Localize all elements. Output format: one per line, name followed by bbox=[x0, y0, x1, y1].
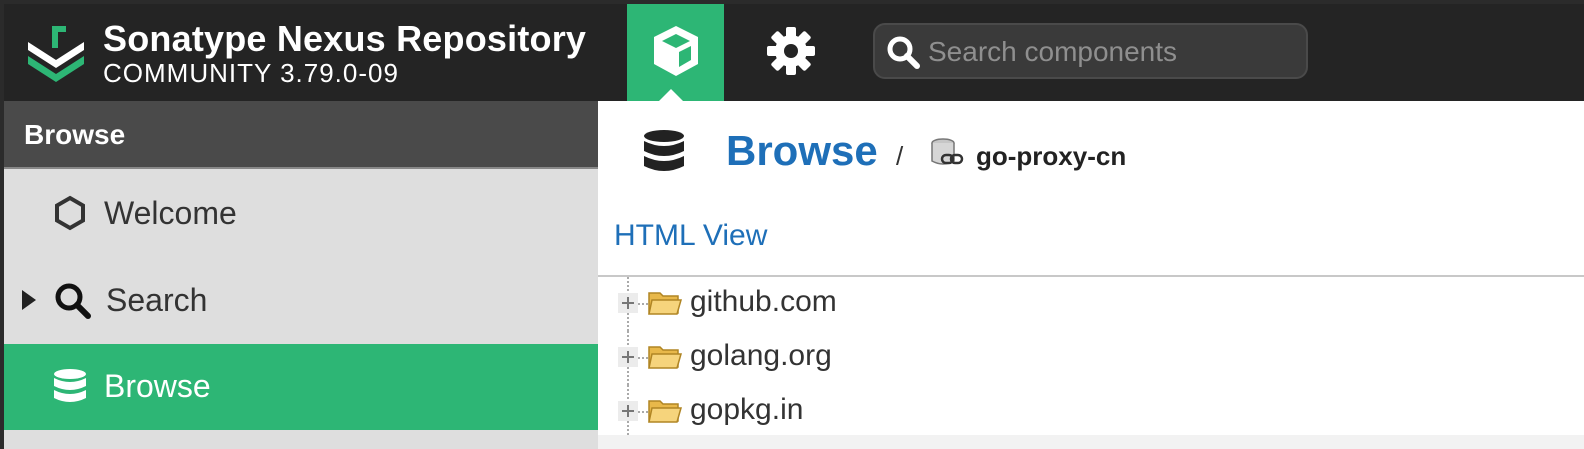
component-search-box[interactable] bbox=[873, 23, 1308, 79]
html-view-link[interactable]: HTML View bbox=[614, 219, 767, 253]
expand-node-icon[interactable] bbox=[618, 293, 638, 313]
tree-footer bbox=[598, 435, 1584, 449]
database-icon bbox=[644, 130, 684, 171]
sidebar: Browse Welcome Search Browse bbox=[4, 101, 598, 449]
tree-row[interactable]: golang.org bbox=[598, 331, 1584, 385]
sidebar-item-label: Search bbox=[106, 282, 208, 318]
folder-open-icon bbox=[648, 292, 682, 315]
main-panel: Browse / go-proxy-cn HTML View github.co… bbox=[598, 101, 1584, 449]
app-edition: COMMUNITY 3.79.0-09 bbox=[103, 58, 399, 88]
tree-node-label[interactable]: golang.org bbox=[690, 339, 832, 373]
tree-connector bbox=[638, 303, 648, 305]
browse-mode-button[interactable] bbox=[627, 4, 724, 101]
top-header: Sonatype Nexus Repository COMMUNITY 3.79… bbox=[4, 4, 1584, 101]
gear-icon bbox=[767, 27, 815, 75]
folder-open-icon bbox=[648, 400, 682, 423]
folder-open-icon bbox=[648, 346, 682, 369]
cube-icon bbox=[654, 26, 698, 76]
sidebar-item-welcome[interactable]: Welcome bbox=[4, 171, 598, 257]
tree-node-label[interactable]: gopkg.in bbox=[690, 393, 803, 427]
sonatype-logo-icon bbox=[28, 26, 84, 82]
breadcrumb-repository: go-proxy-cn bbox=[976, 141, 1127, 171]
app-title: Sonatype Nexus Repository bbox=[103, 18, 587, 59]
database-icon bbox=[54, 369, 86, 402]
sidebar-item-search[interactable]: Search bbox=[4, 258, 598, 344]
admin-mode-button[interactable] bbox=[744, 4, 841, 101]
active-mode-caret bbox=[659, 89, 683, 101]
expand-arrow-icon[interactable] bbox=[22, 290, 36, 310]
tree-row[interactable]: github.com bbox=[598, 277, 1584, 331]
sidebar-item-label: Browse bbox=[104, 368, 211, 404]
sidebar-item-label: Welcome bbox=[104, 195, 237, 231]
expand-node-icon[interactable] bbox=[618, 401, 638, 421]
tree-connector bbox=[638, 411, 648, 413]
search-input[interactable] bbox=[928, 33, 1298, 71]
sidebar-item-browse[interactable]: Browse bbox=[4, 344, 598, 430]
search-icon bbox=[55, 283, 91, 319]
repository-tree: github.com golang.org gopkg.in bbox=[598, 277, 1584, 445]
proxy-repository-icon bbox=[931, 138, 964, 165]
tree-node-label[interactable]: github.com bbox=[690, 285, 837, 319]
breadcrumb-separator: / bbox=[896, 141, 904, 171]
hexagon-icon bbox=[55, 195, 85, 231]
search-icon bbox=[887, 36, 920, 69]
app-frame: Sonatype Nexus Repository COMMUNITY 3.79… bbox=[0, 0, 1584, 449]
expand-node-icon[interactable] bbox=[618, 347, 638, 367]
page-title[interactable]: Browse bbox=[726, 127, 878, 175]
sidebar-title: Browse bbox=[24, 119, 126, 150]
tree-row[interactable]: gopkg.in bbox=[598, 385, 1584, 439]
tree-connector bbox=[638, 357, 648, 359]
sidebar-header: Browse bbox=[4, 101, 598, 169]
